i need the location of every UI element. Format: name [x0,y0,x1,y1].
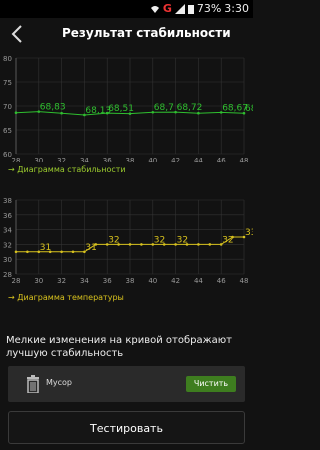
data-point [208,243,212,246]
x-tick-label: 36 [103,277,112,285]
y-tick-label: 70 [3,103,12,111]
stability-legend: → Диаграмма стабильности [8,165,126,174]
x-tick-label: 44 [194,157,203,162]
test-button[interactable]: Тестировать [8,411,245,444]
x-tick-label: 46 [217,157,226,162]
x-tick-label: 38 [126,157,135,162]
clean-button[interactable]: Чистить [186,376,236,392]
data-point [231,235,234,239]
clock: 3:30 [224,2,249,15]
temperature-chart: 28303234363828 30 32 34 36 38 40 42 44 46 4831 3132… [3,197,253,285]
chevron-left-icon[interactable] [10,24,24,44]
data-point [94,243,98,246]
battery-icon [187,4,194,14]
x-tick-label: 28 [12,277,21,285]
data-label: 68,5 [245,104,253,114]
data-point [71,250,75,254]
x-tick-label: 40 [148,157,157,162]
data-point [48,250,52,254]
y-tick-label: 80 [3,55,12,63]
status-bar: G 73% 3:30 [0,0,253,18]
y-tick-label: 75 [3,79,12,87]
data-point [14,250,18,254]
data-label: 68,83 [40,103,66,113]
x-tick-label: 46 [217,277,226,285]
data-point [197,243,200,246]
data-point [162,243,166,246]
arrow-right-icon: → [8,165,18,174]
x-tick-label: 48 [240,157,249,162]
data-point [60,250,63,254]
y-tick-label: 38 [3,197,12,205]
x-tick-label: 30 [34,277,43,285]
x-tick-label: 30 [34,157,43,162]
network-type: G [162,2,172,15]
info-text: Мелкие изменения на кривой отображают лу… [6,335,232,359]
signal-icon [174,3,185,14]
x-tick-label: 32 [57,277,66,285]
battery-percent: 73% [196,2,222,15]
x-tick-label: 42 [171,277,180,285]
data-point [140,243,143,246]
x-tick-label: 36 [103,157,112,162]
stability-chart-plot: 606570758028 30 32 34 36 38 40 42 44 46 4868,83 68,… [3,55,253,162]
x-tick-label: 40 [148,277,157,285]
x-tick-label: 44 [194,277,203,285]
x-tick-label: 48 [240,277,249,285]
y-tick-label: 30 [3,256,12,264]
data-label: 33 [245,228,253,238]
page-title: Результат стабильности [62,26,231,40]
data-point [128,243,132,246]
y-tick-label: 65 [3,127,12,135]
x-tick-label: 38 [126,277,135,285]
data-label: 68,7 [154,103,174,113]
data-point [117,243,120,246]
x-tick-label: 34 [80,277,89,285]
data-label: 68,72 [177,103,203,113]
app-header: Результат стабильности [0,18,253,50]
wifi-icon [150,5,159,13]
y-tick-label: 34 [3,227,12,235]
data-point [26,250,29,254]
x-tick-label: 32 [57,157,66,162]
temperature-legend: → Диаграмма температуры [8,293,124,302]
y-tick-label: 36 [3,212,12,220]
data-point [128,112,132,115]
y-tick-label: 32 [3,241,12,249]
trash-icon [27,375,39,393]
junk-label: Мусор [46,378,73,387]
x-tick-label: 28 [12,157,21,162]
data-point [197,111,200,115]
stability-chart: 606570758028 30 32 34 36 38 40 42 44 46 4868,83 68,… [3,55,253,162]
x-tick-label: 34 [80,157,89,162]
junk-panel: Мусор Чистить [8,366,245,402]
temperature-chart-plot: 28303234363828 30 32 34 36 38 40 42 44 46 4831 3132… [3,197,253,285]
arrow-right-icon: → [8,293,18,302]
data-point [185,243,189,246]
x-tick-label: 42 [171,157,180,162]
data-point [14,111,18,115]
data-point [60,111,63,115]
